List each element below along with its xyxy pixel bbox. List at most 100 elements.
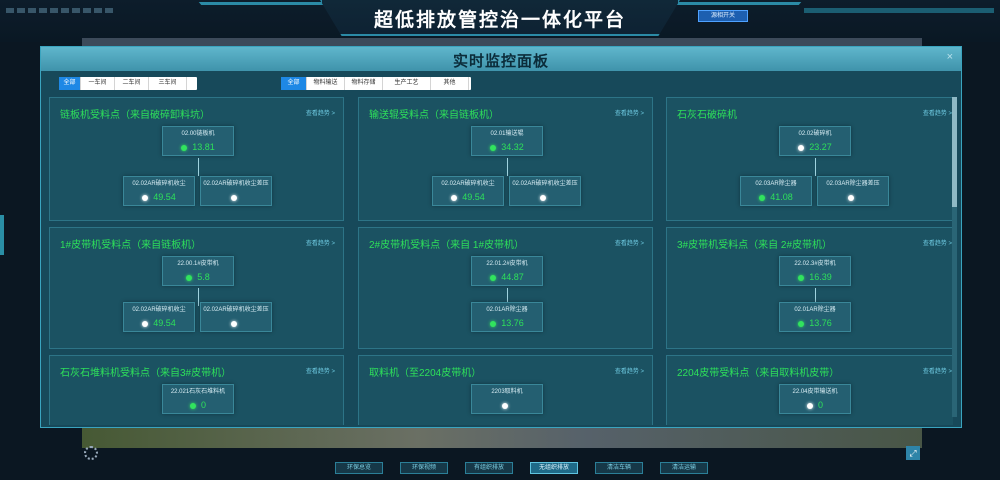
node-label: 02.02AR破碎机收尘 <box>132 181 186 187</box>
settings-dial-icon[interactable] <box>84 446 98 460</box>
status-indicator-icon <box>230 320 237 327</box>
filter-category-3[interactable]: 生产工艺 <box>383 77 431 90</box>
filter-category-2[interactable]: 物料存储 <box>345 77 383 90</box>
node-value-text: 5.8 <box>197 272 210 282</box>
status-indicator-icon <box>759 194 766 201</box>
node-value: 49.54 <box>124 318 194 328</box>
node-value-text: 13.81 <box>192 142 215 152</box>
sub-sensor-node[interactable]: 02.02AR破碎机收尘差压 <box>509 176 581 206</box>
sub-sensor-node[interactable]: 02.02AR破碎机收尘 49.54 <box>123 176 195 206</box>
filter-workshop-2[interactable]: 二车间 <box>115 77 149 90</box>
scrollbar-thumb[interactable] <box>952 97 957 207</box>
bottom-nav-item-5[interactable]: 清洁运输 <box>660 462 708 474</box>
top-decoration-right <box>804 8 994 13</box>
node-value: 13.76 <box>780 318 850 328</box>
filter-workshop-3[interactable]: 三车间 <box>149 77 187 90</box>
status-indicator-icon <box>539 194 546 201</box>
filter-category-0[interactable]: 全部 <box>281 77 307 90</box>
node-label: 2203取料机 <box>491 389 523 395</box>
main-sensor-node[interactable]: 22.021石灰石堆料机 0 <box>162 384 234 414</box>
node-label: 02.02AR破碎机收尘 <box>441 181 495 187</box>
card-title: 石灰石堆料机受料点（来自3#皮带机） <box>60 368 232 379</box>
view-trend-link[interactable]: 查看趋势 > <box>615 108 644 117</box>
bottom-nav-item-2[interactable]: 有组织排放 <box>465 462 513 474</box>
node-value: 44.87 <box>472 272 542 282</box>
card-title: 2#皮带机受料点（来自 1#皮带机） <box>369 240 525 251</box>
status-indicator-icon <box>142 320 149 327</box>
sub-sensor-node[interactable]: 02.02AR破碎机收尘差压 <box>200 302 272 332</box>
sub-sensor-node[interactable]: 02.01AR除尘器 13.76 <box>779 302 851 332</box>
status-indicator-icon <box>181 144 188 151</box>
node-value: 13.81 <box>163 142 233 152</box>
status-indicator-icon <box>186 274 193 281</box>
card-title: 2204皮带受料点（来自取料机皮带） <box>677 368 840 379</box>
node-value-text: 0 <box>200 400 206 410</box>
sub-sensor-node[interactable]: 02.02AR破碎机收尘 49.54 <box>123 302 195 332</box>
bottom-nav-item-0[interactable]: 环保总览 <box>335 462 383 474</box>
status-indicator-icon <box>142 194 149 201</box>
expand-icon[interactable]: ⤢ <box>906 446 920 460</box>
filter-category-1[interactable]: 物料输送 <box>307 77 345 90</box>
map-background-bottom <box>82 426 922 448</box>
category-filter-group: 全部 物料输送 物料存储 生产工艺 其他 <box>281 77 471 90</box>
sub-sensor-node[interactable]: 02.01AR除尘器 13.76 <box>471 302 543 332</box>
card-title: 取料机（至2204皮带机） <box>369 368 482 379</box>
bottom-nav-item-1[interactable]: 环保视频 <box>400 462 448 474</box>
main-sensor-node[interactable]: 22.02.3#皮带机 16.39 <box>779 256 851 286</box>
top-decoration-left <box>6 8 116 13</box>
view-trend-link[interactable]: 查看趋势 > <box>615 366 644 375</box>
node-value: 23.27 <box>780 142 850 152</box>
node-value <box>510 192 580 202</box>
sub-sensor-node[interactable]: 02.02AR破碎机收尘 49.54 <box>432 176 504 206</box>
bottom-nav-item-4[interactable]: 清洁车辆 <box>595 462 643 474</box>
sub-sensor-node[interactable]: 02.02AR破碎机收尘差压 <box>200 176 272 206</box>
view-trend-link[interactable]: 查看趋势 > <box>923 108 952 117</box>
node-label: 02.01AR除尘器 <box>794 307 836 313</box>
title-wing-left <box>198 2 332 5</box>
status-indicator-icon <box>501 402 508 409</box>
view-trend-link[interactable]: 查看趋势 > <box>923 366 952 375</box>
top-toggle-button[interactable]: 源相开关 <box>698 10 748 22</box>
status-indicator-icon <box>798 320 805 327</box>
node-value: 5.8 <box>163 272 233 282</box>
main-sensor-node[interactable]: 2203取料机 <box>471 384 543 414</box>
node-label: 02.01输送辊 <box>490 131 524 137</box>
main-sensor-node[interactable]: 22.00.1#皮带机 5.8 <box>162 256 234 286</box>
node-label: 22.00.1#皮带机 <box>177 261 219 267</box>
main-sensor-node[interactable]: 22.01.2#皮带机 44.87 <box>471 256 543 286</box>
sub-sensor-node[interactable]: 02.03AR除尘器 41.08 <box>740 176 812 206</box>
status-indicator-icon <box>451 194 458 201</box>
modal-header: 实时监控面板 × <box>41 47 961 71</box>
main-sensor-node[interactable]: 02.01输送辊 34.32 <box>471 126 543 156</box>
close-icon[interactable]: × <box>947 51 953 63</box>
view-trend-link[interactable]: 查看趋势 > <box>306 366 335 375</box>
filter-workshop-0[interactable]: 全部 <box>59 77 81 90</box>
status-indicator-icon <box>490 320 497 327</box>
status-indicator-icon <box>847 194 854 201</box>
main-sensor-node[interactable]: 02.02破碎机 23.27 <box>779 126 851 156</box>
node-value <box>201 318 271 328</box>
filter-workshop-1[interactable]: 一车间 <box>81 77 115 90</box>
node-label: 02.02AR破碎机收尘 <box>132 307 186 313</box>
filter-category-4[interactable]: 其他 <box>431 77 469 90</box>
scrollbar[interactable] <box>952 97 957 417</box>
node-label: 22.02.3#皮带机 <box>794 261 836 267</box>
view-trend-link[interactable]: 查看趋势 > <box>306 108 335 117</box>
status-indicator-icon <box>490 274 497 281</box>
node-value: 13.76 <box>472 318 542 328</box>
left-edge-handle[interactable] <box>0 215 4 255</box>
node-value-text: 13.76 <box>501 318 524 328</box>
view-trend-link[interactable]: 查看趋势 > <box>615 238 644 247</box>
node-value-text: 0 <box>817 400 823 410</box>
main-sensor-node[interactable]: 22.04皮带输送机 0 <box>779 384 851 414</box>
bottom-nav-item-3[interactable]: 无组织排放 <box>530 462 578 474</box>
node-value: 49.54 <box>124 192 194 202</box>
node-value <box>201 192 271 202</box>
main-sensor-node[interactable]: 02.00链板机 13.81 <box>162 126 234 156</box>
map-background-top <box>82 38 922 46</box>
view-trend-link[interactable]: 查看趋势 > <box>923 238 952 247</box>
sub-sensor-node[interactable]: 02.03AR除尘器差压 <box>817 176 889 206</box>
card-title: 链板机受料点（来自破碎卸料坑） <box>60 110 210 121</box>
monitor-card: 取料机（至2204皮带机） 查看趋势 > 2203取料机 <box>358 355 653 425</box>
view-trend-link[interactable]: 查看趋势 > <box>306 238 335 247</box>
